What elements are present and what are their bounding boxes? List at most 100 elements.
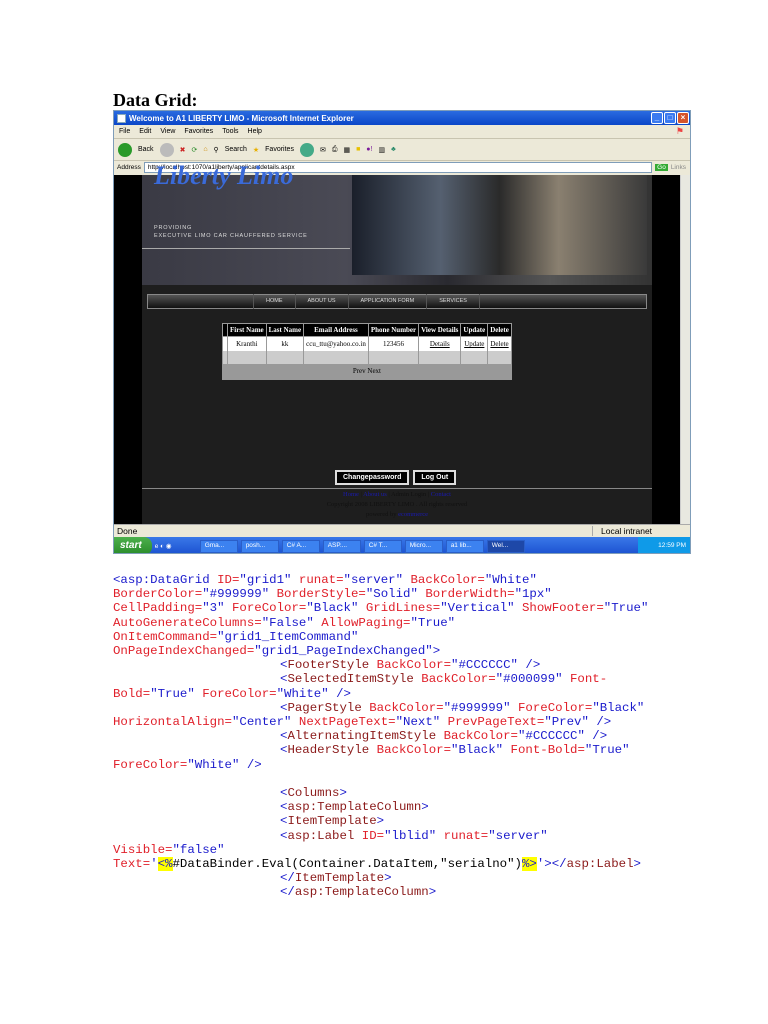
footer-about-link[interactable]: About us: [363, 491, 387, 498]
maximize-button[interactable]: □: [664, 112, 676, 124]
code-line: <PagerStyle BackColor="#999999" ForeColo…: [113, 701, 648, 715]
delete-link[interactable]: Delete: [490, 340, 508, 348]
history-icon[interactable]: [299, 142, 314, 157]
links-button[interactable]: Links: [671, 164, 690, 171]
taskbar-item[interactable]: posh...: [240, 539, 279, 553]
code-token: BackColor=: [376, 658, 452, 673]
details-link[interactable]: Details: [430, 340, 450, 348]
favorites-button[interactable]: Favorites: [265, 146, 294, 153]
code-line: <Columns>: [113, 786, 648, 800]
security-zone: Local intranet: [592, 526, 690, 536]
quick-launch-icons[interactable]: e ◐ ◉: [155, 542, 197, 550]
header-last-name: Last Name: [265, 323, 305, 337]
taskbar-item[interactable]: ASP....: [322, 539, 361, 553]
code-token: CellPadding=: [113, 601, 203, 616]
cell-last-name: kk: [265, 336, 305, 351]
nav-services[interactable]: SERVICES: [427, 294, 480, 309]
vertical-scrollbar[interactable]: [680, 175, 690, 524]
code-token: NextPageText=: [298, 715, 396, 730]
menu-view[interactable]: View: [160, 128, 175, 135]
taskbar-item[interactable]: a1 lib...: [445, 539, 484, 553]
search-button[interactable]: Search: [225, 146, 247, 153]
footer-contact-link[interactable]: Contact: [431, 491, 451, 498]
code-token: "#CCCCCC" />: [517, 729, 608, 744]
code-token: ForeColor=: [517, 700, 593, 715]
code-token: "False": [261, 615, 322, 630]
code-token: >: [339, 786, 347, 801]
footer-home-link[interactable]: Home: [343, 491, 359, 498]
code-token: <%: [157, 857, 173, 872]
code-token: "grid1_ItemCommand": [217, 629, 359, 644]
refresh-icon[interactable]: ⟳: [191, 146, 197, 154]
taskbar-item[interactable]: Micro...: [404, 539, 443, 553]
edit-icon[interactable]: ▦: [343, 146, 350, 154]
powered-by-link[interactable]: ecommerce: [398, 511, 428, 518]
pager[interactable]: Prev Next: [222, 364, 512, 379]
header-delete: Delete: [487, 323, 512, 337]
close-button[interactable]: ×: [677, 112, 689, 124]
notes-icon[interactable]: ■: [356, 146, 360, 153]
code-token: "White" />: [276, 686, 351, 701]
code-token: >: [421, 800, 429, 815]
mail-icon[interactable]: ✉: [320, 146, 326, 154]
code-token: "Solid": [365, 587, 426, 602]
menu-bar: File Edit View Favorites Tools Help ⚑: [114, 125, 690, 139]
page-viewport: Liberty Limo PROVIDING EXECUTIVE LIMO CA…: [114, 161, 681, 524]
code-token: SelectedItemStyle: [287, 672, 422, 687]
taskbar: start e ◐ ◉ Gma... posh... C# A... ASP..…: [114, 537, 690, 553]
logout-button[interactable]: Log Out: [413, 470, 457, 485]
code-token: "True": [150, 686, 203, 701]
menu-file[interactable]: File: [119, 128, 130, 135]
search-icon[interactable]: ⚲: [214, 146, 219, 154]
code-token: "Center": [231, 715, 299, 730]
taskbar-item[interactable]: Gma...: [199, 539, 238, 553]
code-token: '></: [536, 857, 567, 872]
home-icon[interactable]: ⌂: [203, 146, 207, 153]
site-nav: HOME ABOUT US APPLICATION FORM SERVICES: [147, 294, 647, 309]
update-link[interactable]: Update: [464, 340, 484, 348]
code-token: ForeColor=: [231, 601, 307, 616]
code-token: "Black": [451, 743, 511, 758]
nav-about-us[interactable]: ABOUT US: [296, 294, 349, 309]
code-token: ID=: [361, 828, 385, 843]
nav-home[interactable]: HOME: [253, 294, 296, 309]
code-token: ID=: [217, 573, 240, 587]
favorites-star-icon[interactable]: ★: [253, 146, 259, 154]
print-icon[interactable]: ⎙: [332, 146, 338, 154]
code-token: Visible=: [113, 842, 173, 857]
code-token: ItemTemplate: [294, 871, 385, 886]
code-token: runat=: [298, 573, 344, 587]
nav-application-form[interactable]: APPLICATION FORM: [349, 294, 428, 309]
code-line: HorizontalAlign="Center" NextPageText="N…: [113, 715, 648, 729]
code-token: asp:TemplateColumn: [294, 885, 429, 900]
messenger-icon[interactable]: ♣: [391, 146, 396, 153]
minimize-button[interactable]: _: [651, 112, 663, 124]
stop-icon[interactable]: ✖: [180, 146, 186, 154]
code-token: AllowPaging=: [321, 615, 411, 630]
tagline: PROVIDING EXECUTIVE LIMO CAR CHAUFFERED …: [154, 224, 308, 240]
code-token: BorderColor=: [113, 587, 203, 602]
forward-arrow-icon[interactable]: [159, 142, 174, 157]
taskbar-item[interactable]: C# A...: [281, 539, 320, 553]
menu-favorites[interactable]: Favorites: [184, 128, 213, 135]
code-token: Bold=: [113, 686, 151, 701]
research-icon[interactable]: ▥: [378, 146, 385, 154]
code-line: <ItemTemplate>: [113, 814, 648, 828]
back-button[interactable]: Back: [138, 146, 154, 153]
menu-tools[interactable]: Tools: [222, 128, 238, 135]
site-footer: Home | About us | Admin Login | Contact …: [142, 490, 652, 520]
header-phone: Phone Number: [367, 323, 420, 337]
menu-help[interactable]: Help: [248, 128, 262, 135]
footer-admin-login[interactable]: Admin Login: [391, 491, 426, 498]
system-tray-clock[interactable]: 12:59 PM: [638, 537, 690, 553]
go-button[interactable]: Go: [655, 164, 668, 171]
taskbar-item-active[interactable]: Wel...: [486, 539, 525, 553]
back-arrow-icon[interactable]: [118, 142, 132, 157]
start-button[interactable]: start: [114, 537, 152, 553]
change-password-button[interactable]: Changepassword: [335, 470, 410, 485]
yahoo-icon[interactable]: ●!: [366, 146, 372, 153]
taskbar-item[interactable]: C# T...: [363, 539, 402, 553]
data-grid: First Name Last Name Email Address Phone…: [222, 323, 512, 380]
footer-row: [222, 351, 512, 364]
menu-edit[interactable]: Edit: [139, 128, 151, 135]
